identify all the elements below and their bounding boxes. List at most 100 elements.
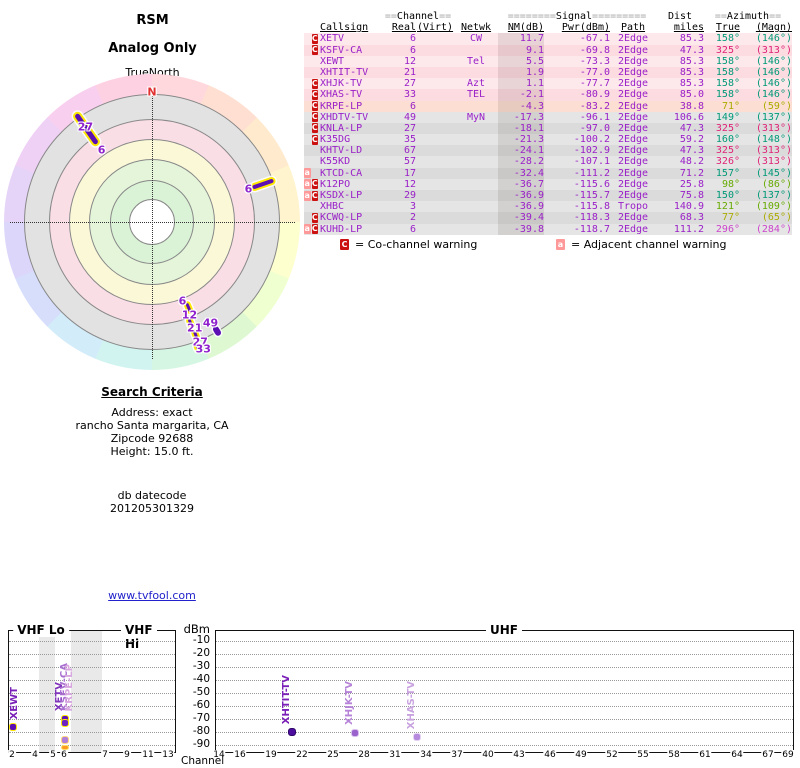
table-cell [454,101,498,112]
table-cell [454,190,498,201]
tvfool-report: RSM Analog Only TrueNorth N 27 6 6 6 12 21 49 27… [0,0,800,768]
legend-item: C = Co-channel warning [340,238,477,251]
station-label: XHAS-TV [405,680,417,730]
station-table: ==Channel== ========Signal========= Dist ==… [304,11,792,235]
table-cell [416,145,454,156]
table-cell: -21.3 [498,134,544,146]
table-cell: KUHD-LP [320,223,363,235]
table-cell: (146°) [755,33,792,45]
table-cell [416,190,454,201]
radar-channel-label: 6 [178,294,187,308]
table-cell: 25.8 [679,178,704,190]
table-row: C K35DG 35 -21.3 -100.2 2Edge 59.2 160° (148°) [304,134,792,146]
table-cell: -100.2 [573,134,610,146]
table-cell: XHBC [320,201,345,213]
channel-tick-label: 52 [605,750,619,761]
station-signal-marker [412,733,421,742]
channel-tick-label: 4 [31,750,39,761]
channel-tick-label: 9 [123,750,131,761]
table-cell [416,56,454,67]
co-channel-flag: C [311,101,318,112]
gridline [216,732,793,733]
adjacent-channel-flag: a [556,239,565,250]
table-cell: -73.3 [579,55,610,67]
table-cell: 11.7 [498,33,544,45]
table-cell: 158° [715,78,740,90]
warning-flags: C [304,45,320,56]
table-cell: (146°) [755,89,792,101]
table-cell: 325° [715,145,740,157]
table-cell: -24.1 [498,145,544,157]
tvfool-link[interactable]: www.tvfool.com [27,589,277,602]
channel-tick-label: 16 [233,750,247,761]
table-cell: -111.2 [573,167,610,179]
table-group-header: ==Channel== [384,11,452,22]
spectrum-chart: VHF Lo VHF Hi XETV KSFV-CA KRPE-LP XEWT UHF XHT… [0,620,800,768]
table-cell [454,123,498,134]
radar-plot: N 27 6 6 6 12 21 49 27 33 [4,74,300,370]
gridline [9,706,175,707]
table-cell: (313°) [755,44,792,56]
table-cell: 325° [715,44,740,56]
search-criteria-line: Zipcode 92688 [110,432,194,445]
table-cell [454,134,498,145]
search-criteria-line: Height: 15.0 ft. [110,445,194,458]
table-cell: 85.0 [679,89,704,101]
table-cell: 1.1 [498,78,544,90]
table-cell [454,201,498,212]
radar-channel-label: 6 [244,182,253,196]
table-cell: 57 [403,156,416,168]
co-channel-flag: C [311,123,318,134]
table-cell: -36.9 [498,201,544,213]
gridline [216,706,793,707]
gridline [216,693,793,694]
warning-flags [304,56,320,67]
co-channel-flag: C [311,134,318,145]
table-cell: KTCD-CA [320,167,363,179]
channel-tick-label: 49 [574,750,588,761]
gridline [9,667,175,668]
table-row: C XHDTV-TV 49 MyN -17.3 -96.1 2Edge 106.6 149° (1… [304,111,792,123]
table-cell: Callsign [320,22,369,34]
table-cell: Real [391,22,416,34]
table-cell: -102.9 [573,145,610,157]
station-signal-marker [288,728,297,737]
table-cell [304,22,320,33]
warning-flags: C [304,89,320,100]
table-cell: -118.3 [573,212,610,224]
table-cell: -39.8 [498,223,544,235]
table-cell [416,33,454,44]
channel-tick-label: 43 [512,750,526,761]
table-cell: 71.2 [679,167,704,179]
table-cell: 111.2 [673,223,704,235]
table-cell: 2Edge [617,212,649,224]
table-cell: 75.8 [679,190,704,201]
table-cell [416,101,454,112]
table-cell: miles [673,22,704,34]
table-row: KHTV-LD 67 -24.1 -102.9 2Edge 47.3 325° (313°) [304,145,792,157]
table-cell: -4.3 [498,100,544,112]
table-cell: 296° [715,223,740,235]
table-cell: (65°) [761,212,792,224]
table-cell: (59°) [761,100,792,112]
table-cell: TEL [466,89,486,101]
table-cell: 47.3 [679,122,704,134]
table-cell: 2Edge [617,66,649,78]
table-cell: 6 [409,33,416,45]
table-cell: 106.6 [673,111,704,123]
channel-tick-label: 19 [264,750,278,761]
channel-tick-label: 22 [295,750,309,761]
table-row: C KRPE-LP 6 -4.3 -83.2 2Edge 38.8 71° (59°) [304,100,792,112]
db-datecode: db datecode 201205301329 [27,489,277,515]
gridline [9,693,175,694]
table-row: a KTCD-CA 17 -32.4 -111.2 2Edge 71.2 157° (145°) [304,167,792,179]
table-cell: 2Edge [617,145,649,157]
table-cell: 2Edge [617,55,649,67]
station-signal-marker [61,745,69,750]
table-row: XHTIT-TV 21 1.9 -77.0 2Edge 85.3 158° (146°) [304,66,792,79]
radar-vertical-axis [152,88,153,359]
legend-text: = Adjacent channel warning [571,238,727,251]
table-cell: 2Edge [617,156,649,168]
table-cell: K55KD [320,156,351,168]
table-cell [454,224,498,235]
